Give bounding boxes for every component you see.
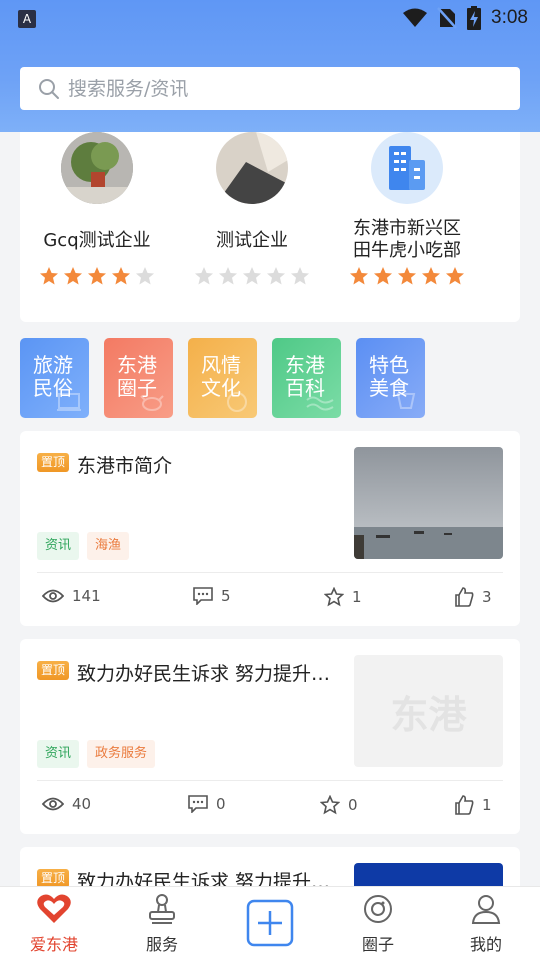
star-filled-icon (112, 267, 130, 285)
thumbs-up-icon (455, 795, 474, 815)
building-avatar-icon (371, 132, 443, 204)
thumbs-up-icon (455, 587, 474, 607)
star-filled-icon (88, 267, 106, 285)
star-filled-icon (422, 267, 440, 285)
star-empty-icon (291, 267, 309, 285)
star-filled-icon (350, 267, 368, 285)
category-encyclopedia[interactable]: 东港 百科 (272, 338, 341, 418)
category-tourism[interactable]: 旅游 民俗 (20, 338, 89, 418)
person-icon (471, 895, 501, 924)
heart-icon (37, 894, 71, 923)
views-stat: 141 (42, 587, 101, 605)
favorites-stat[interactable]: 1 (324, 587, 362, 607)
no-sim-icon (437, 7, 457, 29)
star-filled-icon (40, 267, 58, 285)
battery-charging-icon (467, 6, 482, 30)
likes-stat[interactable]: 3 (454, 587, 492, 607)
landmark-icon (57, 393, 81, 411)
pinned-badge: 置顶 (37, 453, 70, 472)
bottom-tab-bar: 爱东港 服务 圈子 我的 (0, 886, 540, 960)
comments-stat[interactable]: 5 (193, 587, 231, 605)
star-empty-icon (195, 267, 213, 285)
article-tag: 资讯 (37, 532, 80, 560)
category-culture[interactable]: 风情 文化 (188, 338, 257, 418)
company-name: 测试企业 (216, 230, 288, 251)
company-item[interactable]: Gcq测试企业 (22, 132, 172, 286)
stamp-icon (149, 894, 175, 924)
wifi-icon (403, 8, 428, 27)
comment-icon (188, 795, 208, 813)
crab-icon (140, 395, 164, 411)
article-card[interactable]: 置顶 东港市简介 资讯 海渔 141 5 1 3 (20, 431, 520, 626)
tab-publish[interactable] (216, 887, 324, 960)
article-tag: 政务服务 (87, 740, 156, 768)
category-circle[interactable]: 东港 圈子 (104, 338, 173, 418)
company-rating (177, 266, 327, 286)
article-tag: 海渔 (87, 532, 130, 560)
star-filled-icon (64, 267, 82, 285)
plus-icon (246, 899, 294, 947)
likes-stat[interactable]: 1 (454, 795, 492, 815)
star-empty-icon (267, 267, 285, 285)
eye-icon (42, 589, 64, 603)
star-filled-icon (398, 267, 416, 285)
comment-icon (193, 587, 213, 605)
eye-icon (42, 797, 64, 811)
waves-icon (306, 396, 334, 411)
company-list: Gcq测试企业 测试企业 东港市新兴区 田牛虎小吃部 (20, 132, 520, 322)
card-divider (37, 780, 503, 781)
header-background: A 3:08 (0, 0, 540, 132)
comments-stat[interactable]: 0 (188, 795, 226, 813)
cup-icon (396, 393, 416, 409)
tab-mine[interactable]: 我的 (432, 887, 540, 960)
company-name: 东港市新兴区 田牛虎小吃部 (353, 218, 461, 261)
smile-circle-icon (364, 895, 392, 923)
tab-services[interactable]: 服务 (108, 887, 216, 960)
article-card[interactable]: 置顶 致力办好民生诉求 努力提升… 东港 资讯 政务服务 40 0 0 1 (20, 639, 520, 834)
company-avatar (61, 132, 133, 204)
company-avatar (216, 132, 288, 204)
tab-circle[interactable]: 圈子 (324, 887, 432, 960)
article-thumbnail-placeholder: 东港 (354, 655, 503, 767)
search-input[interactable] (68, 77, 488, 100)
star-filled-icon (446, 267, 464, 285)
star-empty-icon (136, 267, 154, 285)
company-name: Gcq测试企业 (43, 230, 151, 251)
star-empty-icon (219, 267, 237, 285)
company-rating (22, 266, 172, 286)
pinned-badge: 置顶 (37, 661, 70, 680)
tab-home[interactable]: 爱东港 (0, 887, 108, 960)
company-item[interactable]: 东港市新兴区 田牛虎小吃部 (332, 132, 482, 286)
company-item[interactable]: 测试企业 (177, 132, 327, 286)
category-grid: 旅游 民俗 东港 圈子 风情 文化 东港 百科 特色 美食 (20, 338, 425, 418)
search-bar[interactable] (20, 67, 520, 110)
card-divider (37, 572, 503, 573)
star-outline-icon (320, 795, 340, 815)
company-rating (332, 266, 482, 286)
article-thumbnail (354, 447, 503, 559)
views-stat: 40 (42, 795, 91, 813)
search-icon (39, 78, 59, 99)
star-outline-icon (324, 587, 344, 607)
article-title: 致力办好民生诉求 努力提升… (77, 663, 331, 685)
article-tag: 资讯 (37, 740, 80, 768)
status-time: 3:08 (491, 7, 528, 28)
star-filled-icon (374, 267, 392, 285)
status-bar: A 3:08 (0, 0, 540, 36)
article-title: 东港市简介 (77, 455, 173, 477)
drum-icon (227, 392, 247, 412)
category-food[interactable]: 特色 美食 (356, 338, 425, 418)
favorites-stat[interactable]: 0 (320, 795, 358, 815)
app-indicator-icon: A (18, 10, 36, 28)
star-empty-icon (243, 267, 261, 285)
